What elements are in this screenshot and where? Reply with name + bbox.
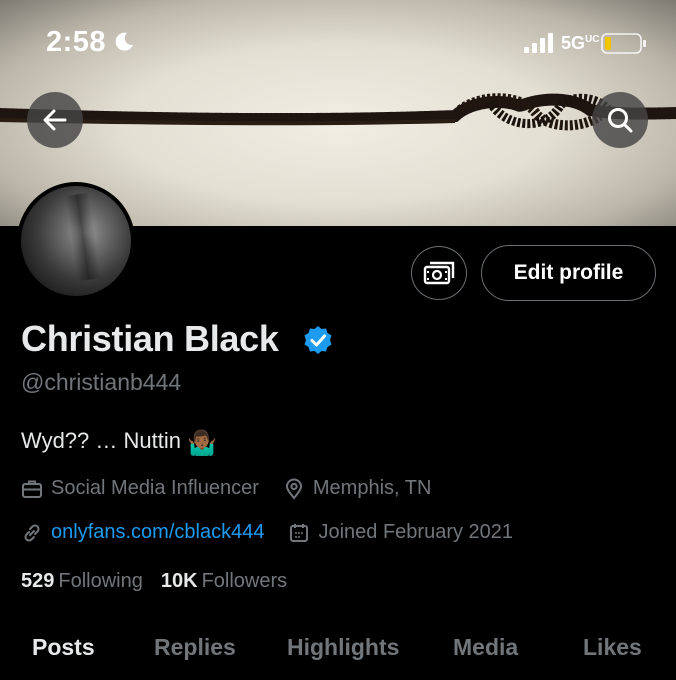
profile-meta-row-2: onlyfans.com/cblack444 Joined February 2… xyxy=(21,521,537,544)
arrow-left-icon xyxy=(43,109,67,131)
tab-highlights[interactable]: Highlights xyxy=(287,634,399,661)
joined-label: Joined February 2021 xyxy=(318,521,514,543)
avatar-image xyxy=(21,186,131,296)
profile-handle: @christianb444 xyxy=(21,369,182,395)
followers-link[interactable]: 10K Followers xyxy=(161,570,287,593)
battery-icon xyxy=(601,33,646,54)
network-label: 5GUC xyxy=(561,33,600,53)
back-button[interactable] xyxy=(27,92,83,148)
following-label: Following xyxy=(58,570,143,592)
link-icon xyxy=(24,523,40,542)
location-label: Memphis, TN xyxy=(312,477,432,499)
calendar-icon xyxy=(290,523,309,542)
display-name: Christian Black xyxy=(21,318,279,359)
tab-posts[interactable]: Posts xyxy=(32,634,95,661)
following-link[interactable]: 529 Following xyxy=(21,570,143,593)
status-bar: 2:58 5GUC xyxy=(0,0,676,80)
tab-media[interactable]: Media xyxy=(453,634,518,661)
shrug-emoji: 🤷🏾‍♂️ xyxy=(186,430,217,457)
tab-likes[interactable]: Likes xyxy=(583,634,642,661)
following-count: 529 xyxy=(21,570,55,592)
search-icon xyxy=(608,108,633,133)
status-time: 2:58 xyxy=(46,26,107,58)
rope-image xyxy=(0,93,676,131)
followers-label: Followers xyxy=(201,570,288,592)
profile-tabs: Posts Replies Highlights Media Likes xyxy=(0,626,676,680)
signal-icon xyxy=(524,33,553,53)
location-pin-icon xyxy=(285,478,302,500)
bio-text: Wyd?? … Nuttin xyxy=(21,428,181,453)
profile-bio: Wyd?? … Nuttin 🤷🏾‍♂️ xyxy=(21,428,217,458)
profile-category: Social Media Influencer xyxy=(21,477,259,500)
profile-website[interactable]: onlyfans.com/cblack444 xyxy=(21,521,264,544)
profile-joined: Joined February 2021 xyxy=(288,521,513,544)
subscribe-button[interactable] xyxy=(411,246,467,300)
website-link[interactable]: onlyfans.com/cblack444 xyxy=(51,521,264,544)
profile-avatar[interactable] xyxy=(17,182,135,300)
moon-icon xyxy=(115,32,133,51)
follow-stats: 529 Following 10K Followers xyxy=(21,570,305,593)
money-icon xyxy=(423,261,455,285)
search-button[interactable] xyxy=(592,92,648,148)
category-label: Social Media Influencer xyxy=(51,477,259,499)
briefcase-icon xyxy=(22,480,42,498)
verified-badge-icon[interactable] xyxy=(303,325,333,355)
tab-replies[interactable]: Replies xyxy=(154,634,236,661)
profile-meta-row: Social Media Influencer Memphis, TN xyxy=(21,477,455,500)
followers-count: 10K xyxy=(160,570,198,592)
profile-location: Memphis, TN xyxy=(283,477,432,500)
edit-profile-button[interactable]: Edit profile xyxy=(481,245,656,301)
